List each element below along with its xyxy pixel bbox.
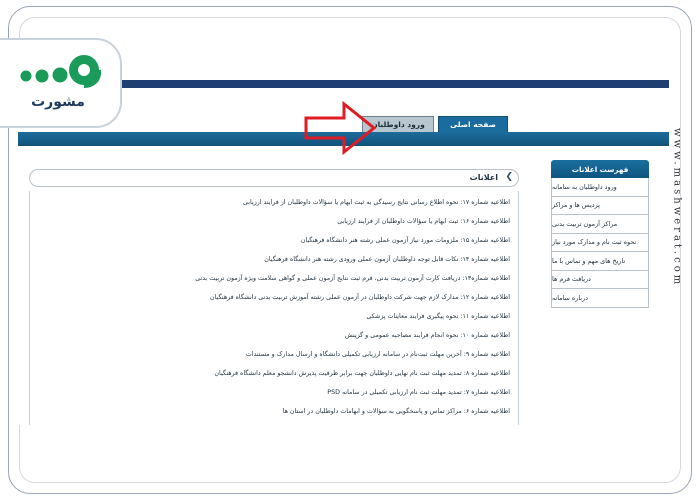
notices-list: اطلاعیه شماره ۱۷: نحوه اطلاع رسانی نتایج… [29, 191, 519, 425]
notice-item[interactable]: اطلاعیه شماره ۱۴: نکات قابل توجه داوطلبا… [264, 256, 510, 263]
notice-item[interactable]: اطلاعیه شماره ۱۶: ثبت ابهام یا سؤالات دا… [337, 218, 510, 225]
side-url-text: www.mashwerat.com [671, 128, 683, 288]
notice-item[interactable]: اطلاعیه شماره ۱۷: نحوه اطلاع رسانی نتایج… [243, 199, 510, 206]
notice-item[interactable]: اطلاعیه شماره ۸: تمدید مهلت ثبت نام نهای… [214, 370, 510, 377]
side-watermark: www.mashwerat.com [670, 108, 684, 308]
sidebar-item-campuses[interactable]: پردیس ها و مراکز [551, 196, 649, 215]
notices-sidebar: فهرست اعلانات ورود داوطلبان به سامانه پر… [551, 160, 649, 308]
logo-icon: مشورت [20, 55, 102, 110]
sidebar-item-pe-exam-centers[interactable]: مراکز آزمون تربیت بدنی [551, 215, 649, 234]
notice-item[interactable]: اطلاعیه شماره ۱۰: نحوه انجام فرایند مصاح… [345, 332, 510, 339]
notices-header[interactable]: ❮ اعلانات [29, 169, 519, 187]
notices-panel: ❮ اعلانات اطلاعیه شماره ۱۷: نحوه اطلاع ر… [29, 169, 519, 425]
notice-item[interactable]: اطلاعیه شماره ۱۱: نحوه پیگیری فرایند معا… [366, 313, 510, 320]
notice-item[interactable]: اطلاعیه شماره ۱۲: مدارک لازم جهت شرکت دا… [210, 294, 510, 301]
notice-item[interactable]: اطلاعیه شماره ۱۵: ملزومات مورد نیاز آزمو… [301, 237, 510, 244]
sidebar-item-applicant-login[interactable]: ورود داوطلبان به سامانه [551, 178, 649, 197]
sidebar-title: فهرست اعلانات [551, 160, 649, 178]
sidebar-item-about[interactable]: درباره سامانه [551, 289, 649, 308]
sidebar-item-registration[interactable]: نحوه ثبت نام و مدارک مورد نیاز [551, 233, 649, 252]
site-logo: مشورت [0, 38, 122, 128]
arrow-right-icon [304, 100, 377, 156]
tab-home[interactable]: صفحه اصلی [438, 116, 508, 133]
notice-item[interactable]: اطلاعیه شماره ۷: تمدید مهلت ثبت نام ارزی… [327, 389, 510, 396]
sidebar-item-dates-contact[interactable]: تاریخ های مهم و تماس با ما [551, 252, 649, 271]
notices-title: اعلانات [469, 173, 498, 182]
chevron-left-icon: ❮ [505, 172, 513, 182]
logo-wordmark: مشورت [31, 94, 85, 110]
sidebar-item-forms[interactable]: دریافت فرم ها [551, 270, 649, 289]
notice-item[interactable]: اطلاعیه شماره ۶: مراکز تماس و پاسخگویی ب… [283, 408, 510, 415]
notice-item[interactable]: اطلاعیه شماره ۹: آخرین مهلت ثبت‌نام در س… [246, 351, 510, 358]
notice-item[interactable]: اطلاعیه شماره۱۳: دریافت کارت آزمون تربیت… [195, 275, 510, 282]
